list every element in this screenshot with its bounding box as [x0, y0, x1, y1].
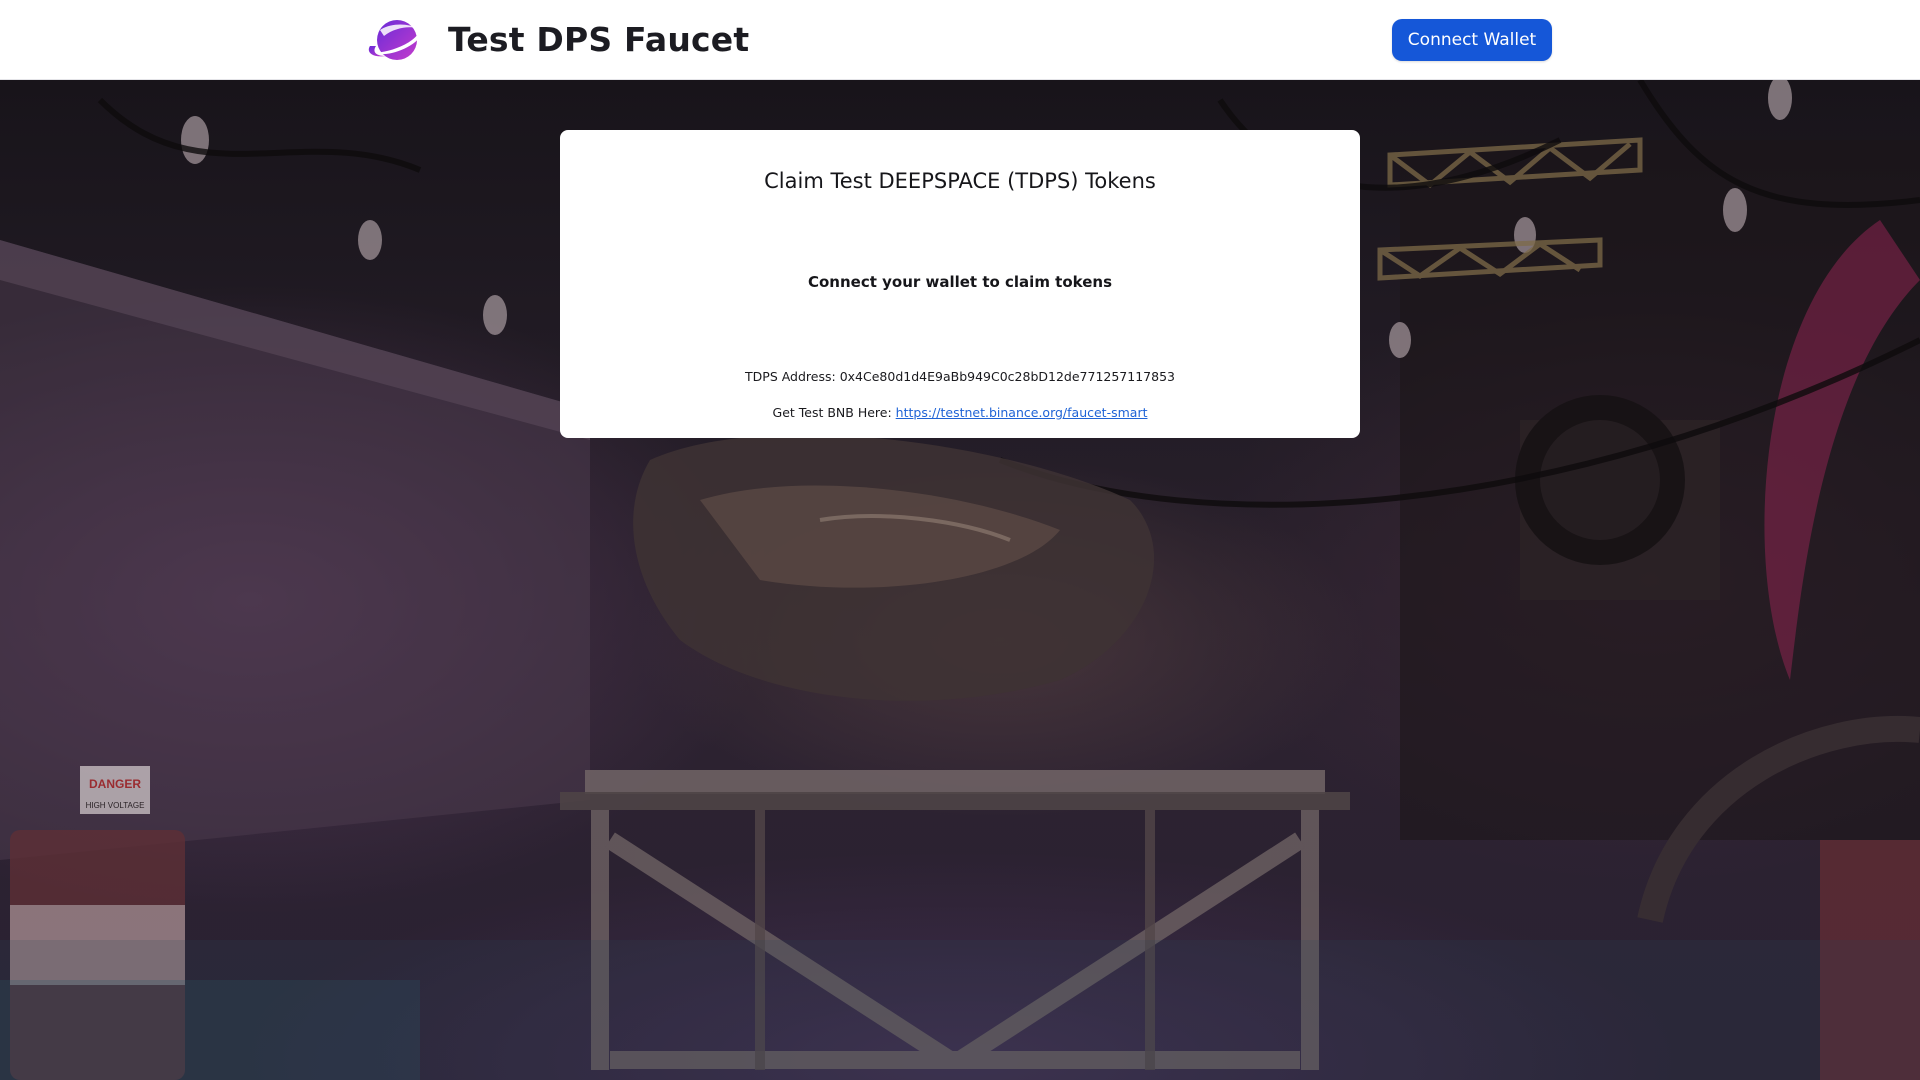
bnb-faucet-label: Get Test BNB Here: — [772, 405, 892, 420]
planet-swirl-logo-icon[interactable] — [366, 12, 428, 68]
tdps-address-line: TDPS Address: 0x4Ce80d1d4E9aBb949C0c28bD… — [560, 368, 1360, 386]
danger-sign-text: DANGER — [89, 777, 141, 791]
bnb-faucet-link[interactable]: https://testnet.binance.org/faucet-smart — [896, 405, 1148, 420]
connect-wallet-prompt: Connect your wallet to claim tokens — [807, 273, 1112, 291]
claim-card: Claim Test DEEPSPACE (TDPS) Tokens Conne… — [560, 130, 1360, 438]
tdps-address-label: TDPS Address: — [745, 369, 836, 384]
voltage-sign-text: HIGH VOLTAGE — [86, 801, 145, 810]
app-title: Test DPS Faucet — [448, 20, 750, 59]
connect-wallet-button[interactable]: Connect Wallet — [1392, 19, 1552, 61]
card-title: Claim Test DEEPSPACE (TDPS) Tokens — [764, 169, 1156, 193]
tdps-address-value: 0x4Ce80d1d4E9aBb949C0c28bD12de7712571178… — [839, 369, 1175, 384]
bnb-faucet-line: Get Test BNB Here: https://testnet.binan… — [560, 404, 1360, 422]
top-navbar: Test DPS Faucet Connect Wallet — [0, 0, 1920, 80]
